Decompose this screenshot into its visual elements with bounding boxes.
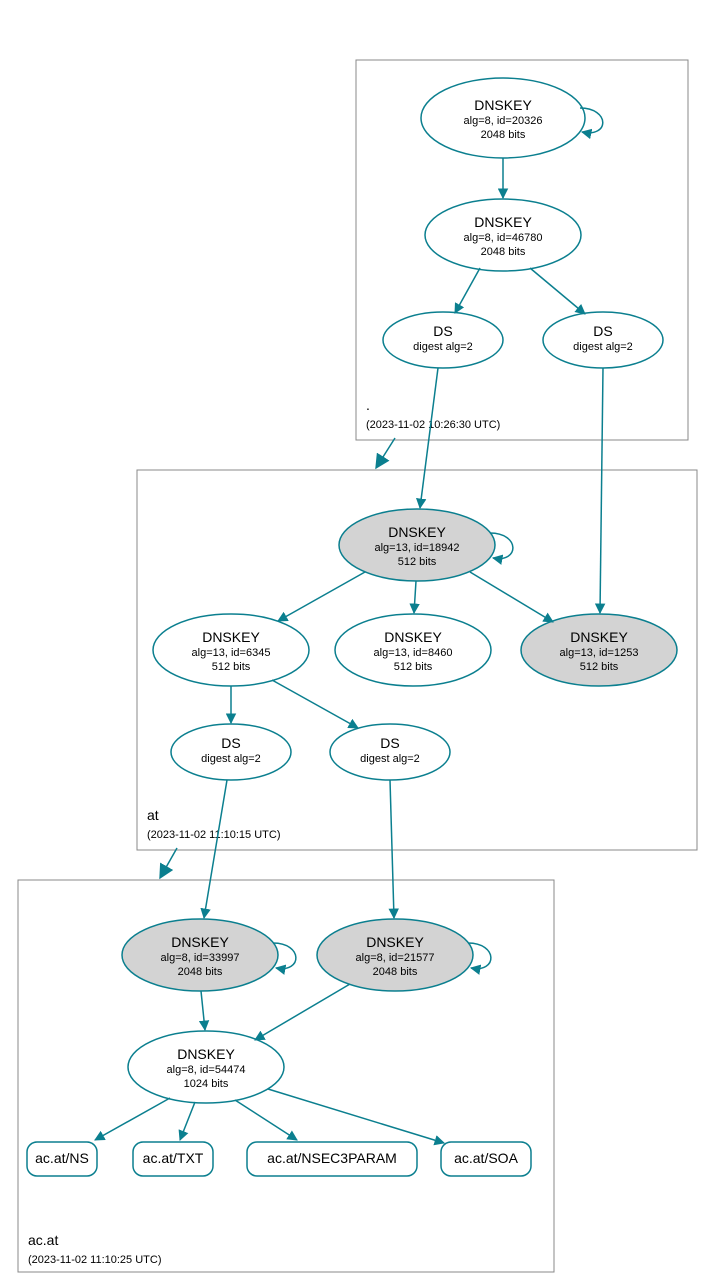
svg-text:2048 bits: 2048 bits bbox=[373, 966, 418, 978]
svg-text:digest alg=2: digest alg=2 bbox=[413, 341, 473, 353]
edge-zone-root-at bbox=[376, 438, 395, 468]
node-root-dnskey-ksk: DNSKEY alg=8, id=20326 2048 bits bbox=[421, 78, 585, 158]
node-at-ds2: DS digest alg=2 bbox=[330, 724, 450, 780]
svg-text:DNSKEY: DNSKEY bbox=[474, 97, 532, 113]
svg-text:512 bits: 512 bits bbox=[394, 661, 433, 673]
svg-text:alg=13, id=8460: alg=13, id=8460 bbox=[374, 647, 453, 659]
node-rr-soa: ac.at/SOA bbox=[441, 1142, 531, 1176]
edge-at-ksk-zsk3 bbox=[470, 572, 553, 622]
svg-text:DS: DS bbox=[433, 323, 452, 339]
svg-text:digest alg=2: digest alg=2 bbox=[201, 753, 261, 765]
zone-at-time: (2023-11-02 11:10:15 UTC) bbox=[147, 829, 281, 841]
svg-text:digest alg=2: digest alg=2 bbox=[360, 753, 420, 765]
zone-at-title: at bbox=[147, 807, 159, 823]
svg-text:DNSKEY: DNSKEY bbox=[177, 1046, 235, 1062]
zone-root-title: . bbox=[366, 397, 370, 413]
node-root-ds2: DS digest alg=2 bbox=[543, 312, 663, 368]
edge-at-ds1-acat-ksk1 bbox=[204, 780, 227, 918]
svg-text:alg=13, id=1253: alg=13, id=1253 bbox=[560, 647, 639, 659]
svg-text:DNSKEY: DNSKEY bbox=[171, 934, 229, 950]
svg-text:2048 bits: 2048 bits bbox=[178, 966, 223, 978]
node-acat-dnskey-ksk2: DNSKEY alg=8, id=21577 2048 bits bbox=[317, 919, 473, 991]
svg-text:512 bits: 512 bits bbox=[212, 661, 251, 673]
edge-zsk-nsec3param bbox=[235, 1100, 297, 1140]
svg-text:alg=13, id=18942: alg=13, id=18942 bbox=[374, 542, 459, 554]
node-root-dnskey-zsk: DNSKEY alg=8, id=46780 2048 bits bbox=[425, 199, 581, 271]
svg-text:alg=8, id=54474: alg=8, id=54474 bbox=[167, 1064, 246, 1076]
dnssec-diagram: . (2023-11-02 10:26:30 UTC) DNSKEY alg=8… bbox=[0, 0, 712, 1278]
edge-at-zsk1-ds2 bbox=[272, 680, 358, 728]
edge-zsk-soa bbox=[268, 1089, 444, 1143]
zone-acat-title: ac.at bbox=[28, 1232, 58, 1248]
svg-text:DNSKEY: DNSKEY bbox=[202, 629, 260, 645]
edge-acat-ksk2-zsk bbox=[255, 984, 350, 1040]
edge-root-ds2-at-zsk3 bbox=[600, 368, 603, 613]
edge-zsk-txt bbox=[180, 1102, 195, 1140]
node-acat-dnskey-ksk1: DNSKEY alg=8, id=33997 2048 bits bbox=[122, 919, 278, 991]
svg-text:1024 bits: 1024 bits bbox=[184, 1078, 229, 1090]
node-rr-txt: ac.at/TXT bbox=[133, 1142, 213, 1176]
edge-zone-at-acat bbox=[160, 848, 177, 878]
svg-text:2048 bits: 2048 bits bbox=[481, 246, 526, 258]
node-at-dnskey-zsk1: DNSKEY alg=13, id=6345 512 bits bbox=[153, 614, 309, 686]
svg-text:alg=13, id=6345: alg=13, id=6345 bbox=[192, 647, 271, 659]
node-root-ds1: DS digest alg=2 bbox=[383, 312, 503, 368]
svg-text:alg=8, id=21577: alg=8, id=21577 bbox=[356, 952, 435, 964]
node-at-ds1: DS digest alg=2 bbox=[171, 724, 291, 780]
svg-text:alg=8, id=33997: alg=8, id=33997 bbox=[161, 952, 240, 964]
svg-text:DNSKEY: DNSKEY bbox=[366, 934, 424, 950]
svg-text:DS: DS bbox=[380, 735, 399, 751]
edge-at-ksk-zsk1 bbox=[278, 572, 365, 621]
edge-at-ds2-acat-ksk2 bbox=[390, 780, 394, 918]
svg-text:DNSKEY: DNSKEY bbox=[474, 214, 532, 230]
node-rr-ns: ac.at/NS bbox=[27, 1142, 97, 1176]
svg-text:DS: DS bbox=[593, 323, 612, 339]
svg-text:512 bits: 512 bits bbox=[580, 661, 619, 673]
edge-at-ksk-zsk2 bbox=[414, 581, 416, 613]
edge-root-zsk-ds2 bbox=[530, 268, 585, 314]
node-at-dnskey-ksk: DNSKEY alg=13, id=18942 512 bits bbox=[339, 509, 495, 581]
edge-root-zsk-ds1 bbox=[455, 268, 480, 313]
node-acat-dnskey-zsk: DNSKEY alg=8, id=54474 1024 bits bbox=[128, 1031, 284, 1103]
zone-acat-box bbox=[18, 880, 554, 1272]
edge-root-ds1-at-ksk bbox=[420, 368, 438, 508]
svg-text:DS: DS bbox=[221, 735, 240, 751]
svg-text:ac.at/NS: ac.at/NS bbox=[35, 1150, 89, 1166]
zone-acat-time: (2023-11-02 11:10:25 UTC) bbox=[28, 1254, 162, 1266]
svg-text:DNSKEY: DNSKEY bbox=[388, 524, 446, 540]
node-rr-nsec3param: ac.at/NSEC3PARAM bbox=[247, 1142, 417, 1176]
svg-text:alg=8, id=46780: alg=8, id=46780 bbox=[464, 232, 543, 244]
node-at-dnskey-zsk2: DNSKEY alg=13, id=8460 512 bits bbox=[335, 614, 491, 686]
svg-text:2048 bits: 2048 bits bbox=[481, 129, 526, 141]
edge-acat-ksk1-zsk bbox=[201, 991, 205, 1030]
svg-text:512 bits: 512 bits bbox=[398, 556, 437, 568]
svg-text:ac.at/NSEC3PARAM: ac.at/NSEC3PARAM bbox=[267, 1150, 397, 1166]
svg-text:alg=8, id=20326: alg=8, id=20326 bbox=[464, 115, 543, 127]
svg-text:ac.at/TXT: ac.at/TXT bbox=[143, 1150, 204, 1166]
node-at-dnskey-zsk3: DNSKEY alg=13, id=1253 512 bits bbox=[521, 614, 677, 686]
edge-zsk-ns bbox=[95, 1098, 170, 1140]
zone-root-time: (2023-11-02 10:26:30 UTC) bbox=[366, 419, 500, 431]
svg-text:DNSKEY: DNSKEY bbox=[570, 629, 628, 645]
svg-text:ac.at/SOA: ac.at/SOA bbox=[454, 1150, 518, 1166]
svg-text:DNSKEY: DNSKEY bbox=[384, 629, 442, 645]
svg-text:digest alg=2: digest alg=2 bbox=[573, 341, 633, 353]
